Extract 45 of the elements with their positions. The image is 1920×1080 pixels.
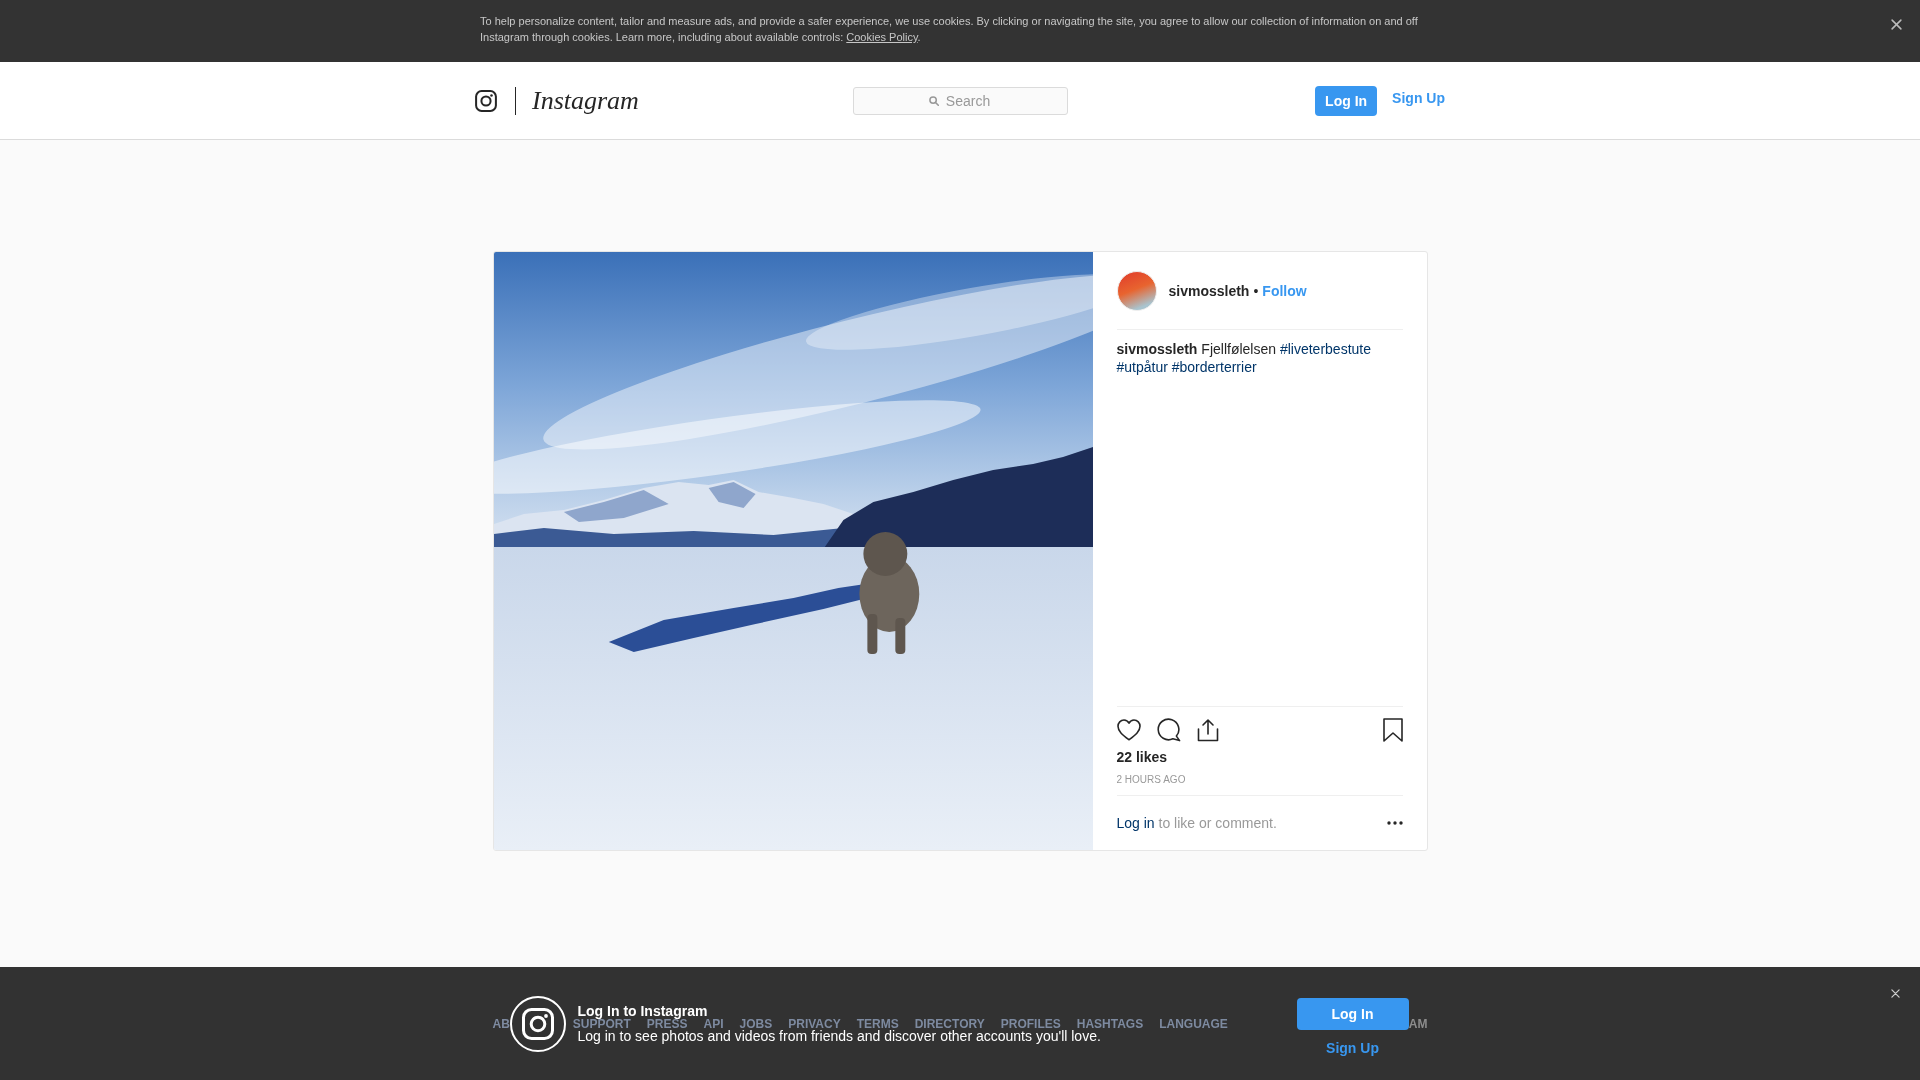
banner-text: Log in to see photos and videos from friends and discover other accounts you'll love. (577, 1029, 1101, 1043)
footer-link[interactable]: LANGUAGE (1159, 1019, 1228, 1029)
cookie-notice-text: To help personalize content, tailor and measure ads, and provide a safer experience, we use cookies. By clicking or navigating the site, you agree to allow our collection of information on and off Instagram through cookies. Learn more, including about available controls: Cookies Policy. (480, 14, 1419, 45)
log-in-button[interactable]: Log In (1296, 998, 1409, 1030)
avatar-icon[interactable] (1116, 270, 1157, 311)
cookies-policy-link[interactable]: Cookies Policy (846, 31, 918, 43)
hashtag-link[interactable]: #liveterbestute (1279, 341, 1371, 357)
username-link[interactable]: sivmossleth (1116, 341, 1198, 357)
footer-link[interactable]: PRIVACY (788, 1019, 841, 1029)
footer-link[interactable]: SUPPORT (572, 1019, 631, 1029)
log-in-button[interactable]: Log In (1315, 85, 1378, 116)
camera-icon[interactable] (475, 89, 497, 112)
sign-up-link[interactable]: Sign Up (1392, 88, 1445, 107)
footer-link[interactable]: TERMS (856, 1019, 899, 1029)
speech-bubble-icon[interactable] (1156, 717, 1181, 742)
sign-up-link[interactable]: Sign Up (1326, 1039, 1379, 1057)
hashtag-link[interactable]: #borderterrier (1171, 359, 1257, 375)
more-icon[interactable] (1386, 821, 1403, 825)
username-link[interactable]: sivmossleth (1168, 281, 1250, 300)
footer-link[interactable]: API (703, 1019, 724, 1029)
post-caption: sivmossleth Fjellfølelsen #liveterbestute #utpåtur #borderterrier (1116, 340, 1372, 376)
footer-link[interactable]: AB (492, 1019, 510, 1029)
footer-link[interactable]: DIRECTORY (914, 1019, 985, 1029)
search-field[interactable]: Search (852, 86, 1068, 115)
follow-button[interactable]: Follow (1262, 281, 1307, 300)
footer-link[interactable]: PRESS (646, 1019, 688, 1029)
likes-count[interactable]: 22 likes (1116, 748, 1168, 766)
copyright-text: AM (1408, 1019, 1428, 1029)
camera-icon (509, 995, 566, 1052)
separator-dot: • (1253, 281, 1259, 300)
close-icon[interactable] (1891, 19, 1902, 30)
log-in-link[interactable]: Log in (1116, 815, 1155, 831)
footer-link[interactable]: HASHTAGS (1076, 1019, 1144, 1029)
footer-link[interactable]: JOBS (739, 1019, 773, 1029)
instagram-wordmark[interactable]: Instagram (532, 84, 639, 117)
post-time: 2 HOURS AGO (1116, 773, 1186, 787)
bookmark-icon[interactable] (1382, 717, 1403, 742)
comment-prompt: Log in to like or comment. (1116, 814, 1277, 832)
search-icon (928, 95, 939, 106)
footer-link[interactable]: PROFILES (1000, 1019, 1061, 1029)
hashtag-link[interactable]: #utpåtur (1116, 359, 1168, 375)
share-icon[interactable] (1196, 717, 1219, 742)
banner-title: Log In to Instagram (577, 1004, 708, 1018)
heart-icon[interactable] (1116, 718, 1141, 741)
close-icon[interactable] (1891, 989, 1900, 998)
